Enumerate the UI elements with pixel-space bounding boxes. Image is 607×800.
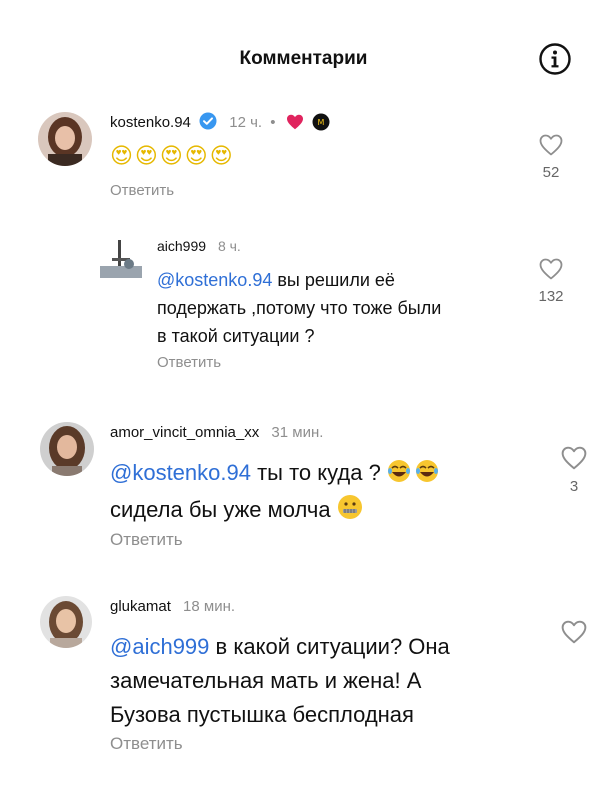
timestamp: 18 мин. [183, 598, 236, 615]
comment-text-line: замечательная мать и жена! А [110, 668, 422, 693]
reply-button[interactable]: Ответить [110, 734, 183, 754]
avatar[interactable] [40, 596, 92, 648]
comment-text-line: Бузова пустышка бесплодная [110, 702, 414, 727]
mention-link[interactable]: @aich999 [110, 634, 209, 659]
comment-text-line: в какой ситуации? Она [209, 634, 450, 659]
heart-outline-icon [561, 620, 587, 644]
comment-item: glukamat 18 мин. @aich999 в какой ситуац… [0, 0, 607, 800]
comment-text: @aich999 в какой ситуации? Она замечател… [110, 630, 450, 732]
comment-meta: glukamat 18 мин. [110, 598, 235, 615]
username[interactable]: glukamat [110, 598, 171, 615]
like-button[interactable] [559, 620, 589, 644]
